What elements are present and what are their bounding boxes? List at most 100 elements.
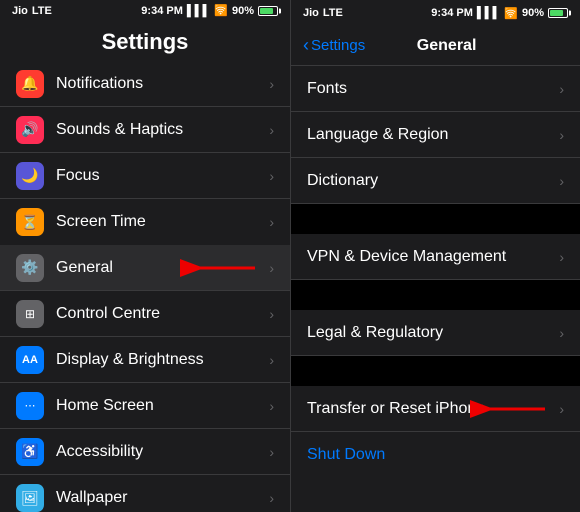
settings-section-2: ⚙️ General › ⊞ Control Centre › <box>0 245 290 512</box>
time-right: 9:34 PM <box>431 7 473 19</box>
settings-item-wallpaper[interactable]: 🖼 Wallpaper › <box>0 475 290 512</box>
wallpaper-label: Wallpaper <box>56 489 269 507</box>
settings-title: Settings <box>0 21 290 61</box>
general-section-4: Transfer or Reset iPhone › <box>291 386 580 432</box>
dictionary-chevron: › <box>559 173 564 189</box>
language-label: Language & Region <box>307 126 559 144</box>
focus-icon: 🌙 <box>16 162 44 190</box>
signal-icon-right: ▌▌▌ <box>477 7 500 19</box>
right-status-bar: Jio LTE 9:34 PM ▌▌▌ 🛜 90% <box>291 0 580 26</box>
display-icon: AA <box>16 346 44 374</box>
display-label: Display & Brightness <box>56 351 269 369</box>
settings-item-accessibility[interactable]: ♿ Accessibility › <box>0 429 290 475</box>
focus-label: Focus <box>56 167 269 185</box>
settings-item-screentime[interactable]: ⏳ Screen Time › <box>0 199 290 245</box>
general-item-dictionary[interactable]: Dictionary › <box>291 158 580 204</box>
settings-item-general[interactable]: ⚙️ General › <box>0 245 290 291</box>
back-chevron: ‹ <box>303 35 309 56</box>
fonts-label: Fonts <box>307 80 559 98</box>
general-item-vpn[interactable]: VPN & Device Management › <box>291 234 580 280</box>
battery-fill <box>260 8 273 14</box>
focus-chevron: › <box>269 168 274 184</box>
right-status-right: 9:34 PM ▌▌▌ 🛜 90% <box>431 7 568 20</box>
left-panel: Jio LTE 9:34 PM ▌▌▌ 🛜 90% Settings 🔔 Not… <box>0 0 290 512</box>
left-status-right: 9:34 PM ▌▌▌ 🛜 90% <box>141 4 278 17</box>
battery-icon-left <box>258 6 278 16</box>
wifi-icon-right: 🛜 <box>504 7 518 20</box>
homescreen-chevron: › <box>269 398 274 414</box>
legal-label: Legal & Regulatory <box>307 324 559 342</box>
settings-item-sounds[interactable]: 🔊 Sounds & Haptics › <box>0 107 290 153</box>
time-left: 9:34 PM <box>141 5 183 17</box>
accessibility-label: Accessibility <box>56 443 269 461</box>
general-item-fonts[interactable]: Fonts › <box>291 66 580 112</box>
legal-chevron: › <box>559 325 564 341</box>
left-status-left: Jio LTE <box>12 5 52 17</box>
general-item-transfer[interactable]: Transfer or Reset iPhone › <box>291 386 580 432</box>
general-section-gap-2 <box>291 280 580 310</box>
sounds-chevron: › <box>269 122 274 138</box>
general-header: ‹ Settings General <box>291 26 580 66</box>
screentime-label: Screen Time <box>56 213 269 231</box>
display-chevron: › <box>269 352 274 368</box>
transfer-chevron: › <box>559 401 564 417</box>
settings-item-controlcentre[interactable]: ⊞ Control Centre › <box>0 291 290 337</box>
sounds-icon: 🔊 <box>16 116 44 144</box>
right-status-left: Jio LTE <box>303 7 343 19</box>
controlcentre-chevron: › <box>269 306 274 322</box>
settings-item-display[interactable]: AA Display & Brightness › <box>0 337 290 383</box>
battery-body-right <box>548 8 568 18</box>
notifications-chevron: › <box>269 76 274 92</box>
notifications-icon: 🔔 <box>16 70 44 98</box>
general-section-gap-3 <box>291 356 580 386</box>
general-section-3: Legal & Regulatory › <box>291 310 580 356</box>
settings-item-focus[interactable]: 🌙 Focus › <box>0 153 290 199</box>
battery-right: 90% <box>522 7 544 19</box>
general-item-language[interactable]: Language & Region › <box>291 112 580 158</box>
homescreen-icon: ⋯ <box>16 392 44 420</box>
accessibility-icon: ♿ <box>16 438 44 466</box>
general-section-gap-1 <box>291 204 580 234</box>
general-item-legal[interactable]: Legal & Regulatory › <box>291 310 580 356</box>
settings-item-notifications[interactable]: 🔔 Notifications › <box>0 61 290 107</box>
controlcentre-label: Control Centre <box>56 305 269 323</box>
settings-item-homescreen[interactable]: ⋯ Home Screen › <box>0 383 290 429</box>
battery-icon-right <box>548 8 568 18</box>
signal-icon: ▌▌▌ <box>187 5 210 17</box>
back-label: Settings <box>311 37 365 54</box>
carrier-left: Jio <box>12 5 28 17</box>
accessibility-chevron: › <box>269 444 274 460</box>
battery-left: 90% <box>232 5 254 17</box>
transfer-arrow <box>480 395 550 423</box>
screentime-chevron: › <box>269 214 274 230</box>
general-section-1: Fonts › Language & Region › Dictionary › <box>291 66 580 204</box>
right-panel: Jio LTE 9:34 PM ▌▌▌ 🛜 90% ‹ Settings Gen… <box>290 0 580 512</box>
general-arrow <box>190 254 260 282</box>
carrier-right: Jio <box>303 7 319 19</box>
wifi-icon: 🛜 <box>214 4 228 17</box>
left-status-bar: Jio LTE 9:34 PM ▌▌▌ 🛜 90% <box>0 0 290 21</box>
notifications-label: Notifications <box>56 75 269 93</box>
general-item-shutdown[interactable]: Shut Down <box>291 432 580 478</box>
general-title: General <box>365 37 528 55</box>
network-left: LTE <box>32 5 52 17</box>
general-icon: ⚙️ <box>16 254 44 282</box>
sounds-label: Sounds & Haptics <box>56 121 269 139</box>
back-button[interactable]: ‹ Settings <box>303 35 365 56</box>
battery-body <box>258 6 278 16</box>
general-chevron: › <box>269 260 274 276</box>
settings-section-1: 🔔 Notifications › 🔊 Sounds & Haptics › 🌙… <box>0 61 290 245</box>
vpn-chevron: › <box>559 249 564 265</box>
fonts-chevron: › <box>559 81 564 97</box>
dictionary-label: Dictionary <box>307 172 559 190</box>
language-chevron: › <box>559 127 564 143</box>
shutdown-label: Shut Down <box>307 446 385 464</box>
controlcentre-icon: ⊞ <box>16 300 44 328</box>
general-section-2: VPN & Device Management › <box>291 234 580 280</box>
homescreen-label: Home Screen <box>56 397 269 415</box>
wallpaper-icon: 🖼 <box>16 484 44 512</box>
network-right: LTE <box>323 7 343 19</box>
vpn-label: VPN & Device Management <box>307 248 559 266</box>
battery-fill-right <box>550 10 563 16</box>
wallpaper-chevron: › <box>269 490 274 506</box>
